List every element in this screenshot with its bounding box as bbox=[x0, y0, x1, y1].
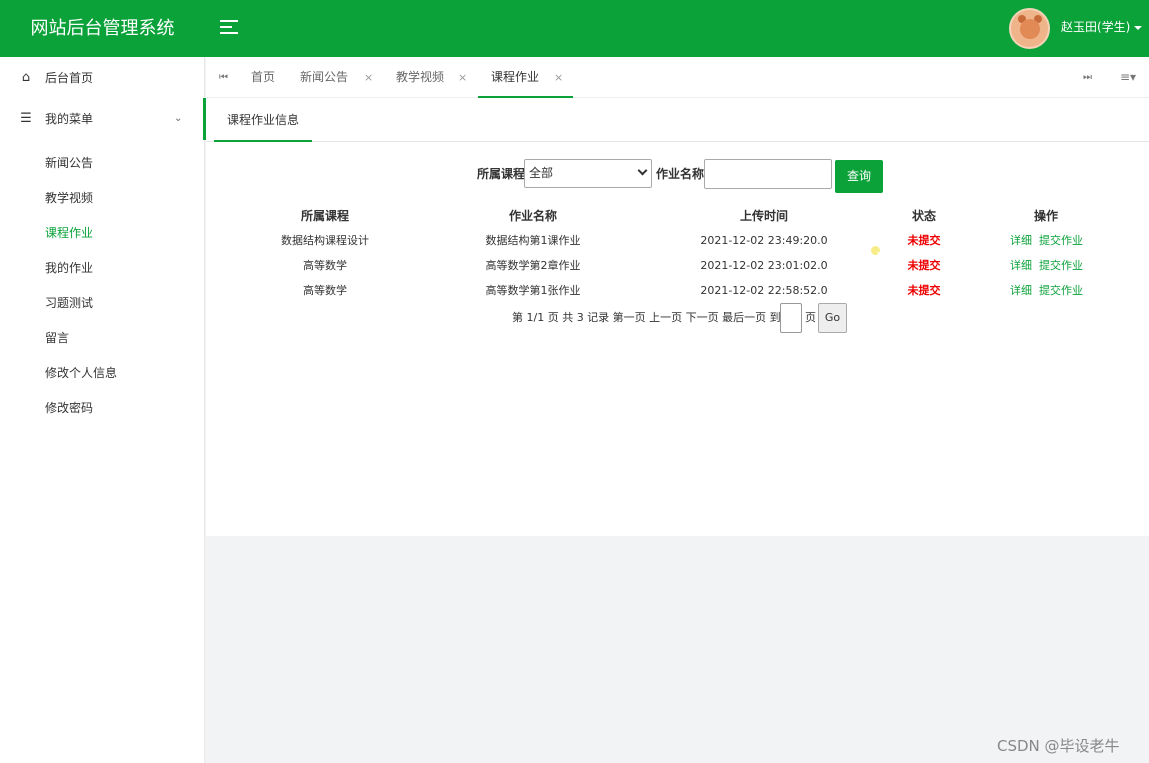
list-icon: ☰ bbox=[20, 111, 32, 126]
tab-label: 教学视频 bbox=[396, 70, 445, 84]
sidebar-item-label: 我的菜单 bbox=[45, 112, 94, 126]
page-number-input[interactable] bbox=[780, 303, 802, 333]
user-name-label: 赵玉田(学生) bbox=[1061, 20, 1131, 34]
status-badge: 未提交 bbox=[907, 234, 941, 247]
col-header-status: 状态 bbox=[911, 209, 936, 223]
chevron-down-icon: ⌄ bbox=[174, 113, 183, 124]
chevron-down-icon bbox=[637, 165, 648, 176]
sidebar-item-exercises[interactable]: 习题测试 bbox=[0, 286, 205, 321]
caret-down-icon bbox=[1134, 25, 1143, 30]
tab-videos[interactable]: 教学视频 × bbox=[396, 57, 467, 98]
tab-course-homework[interactable]: 课程作业 × bbox=[491, 57, 563, 98]
sidebar-item-label: 后台首页 bbox=[45, 71, 94, 85]
tab-label: 首页 bbox=[251, 70, 276, 84]
sidebar-item-videos[interactable]: 教学视频 bbox=[0, 181, 205, 216]
tab-home[interactable]: 首页 bbox=[251, 57, 275, 98]
tabs-bar: ⏮ 首页 新闻公告 × 教学视频 × 课程作业 × ⏭ ≡▾ bbox=[206, 57, 1149, 98]
menu-toggle-icon[interactable] bbox=[220, 20, 238, 34]
sidebar-item-home[interactable]: ⌂ 后台首页 bbox=[0, 57, 205, 99]
col-header-course: 所属课程 bbox=[300, 209, 349, 223]
close-icon[interactable]: × bbox=[364, 57, 373, 98]
submit-homework-link[interactable]: 提交作业 bbox=[1036, 256, 1086, 281]
active-panel-indicator bbox=[203, 98, 206, 140]
cell-course: 高等数学 bbox=[303, 259, 347, 272]
page-suffix-label: 页 bbox=[805, 311, 816, 324]
close-icon[interactable]: × bbox=[458, 57, 467, 98]
home-icon: ⌂ bbox=[21, 70, 31, 85]
panel-tabs: 课程作业信息 bbox=[206, 98, 1149, 142]
sidebar-item-messages[interactable]: 留言 bbox=[0, 321, 205, 356]
tab-news[interactable]: 新闻公告 × bbox=[300, 57, 373, 98]
submit-homework-link[interactable]: 提交作业 bbox=[1036, 231, 1086, 256]
query-button[interactable]: 查询 bbox=[835, 160, 883, 193]
pagination-text: 第 1/1 页 共 3 记录 第一页 上一页 下一页 最后一页 到 bbox=[512, 311, 781, 324]
go-button[interactable]: Go bbox=[818, 303, 847, 333]
scroll-right-icon[interactable]: ⏭ bbox=[1083, 57, 1092, 98]
status-badge: 未提交 bbox=[907, 259, 941, 272]
scroll-left-icon[interactable]: ⏮ bbox=[219, 57, 228, 98]
watermark: CSDN @毕设老牛 bbox=[997, 737, 1120, 755]
tab-menu-icon[interactable]: ≡▾ bbox=[1120, 57, 1136, 98]
sidebar-item-my-homework[interactable]: 我的作业 bbox=[0, 251, 205, 286]
search-form: 所属课程: 全部 作业名称: 查询 bbox=[206, 159, 1149, 193]
panel-title[interactable]: 课程作业信息 bbox=[214, 98, 312, 142]
cell-time: 2021-12-02 23:01:02.0 bbox=[700, 259, 828, 272]
sidebar-item-my-menu[interactable]: ☰ 我的菜单 ⌄ bbox=[0, 98, 205, 140]
cell-name: 数据结构第1课作业 bbox=[485, 234, 581, 247]
homework-name-label: 作业名称: bbox=[656, 167, 709, 181]
cell-name: 高等数学第2章作业 bbox=[485, 259, 581, 272]
col-header-actions: 操作 bbox=[1033, 209, 1058, 223]
col-header-time: 上传时间 bbox=[739, 209, 788, 223]
detail-link[interactable]: 详细 bbox=[1006, 231, 1036, 256]
app-title: 网站后台管理系统 bbox=[30, 18, 175, 39]
pagination: 第 1/1 页 共 3 记录 第一页 上一页 下一页 最后一页 到 页 Go bbox=[206, 303, 1149, 333]
main-content: 课程作业信息 所属课程: 全部 作业名称: 查询 所属课程 作业名称 上传时间 … bbox=[206, 98, 1149, 536]
tab-label: 课程作业 bbox=[491, 70, 540, 84]
col-header-name: 作业名称 bbox=[508, 209, 557, 223]
course-select[interactable]: 全部 bbox=[524, 159, 652, 188]
cell-time: 2021-12-02 23:49:20.0 bbox=[700, 234, 828, 247]
user-menu[interactable]: 赵玉田(学生) bbox=[1061, 0, 1143, 57]
course-select-value: 全部 bbox=[529, 166, 554, 180]
cell-course: 数据结构课程设计 bbox=[281, 234, 369, 247]
detail-link[interactable]: 详细 bbox=[1006, 256, 1036, 281]
sidebar-item-password[interactable]: 修改密码 bbox=[0, 391, 205, 426]
course-label: 所属课程: bbox=[477, 167, 530, 181]
homework-name-input[interactable] bbox=[704, 159, 832, 189]
sidebar-item-profile[interactable]: 修改个人信息 bbox=[0, 356, 205, 391]
sidebar: ⌂ 后台首页 ☰ 我的菜单 ⌄ 新闻公告 教学视频 课程作业 我的作业 习题测试… bbox=[0, 57, 205, 763]
avatar[interactable] bbox=[1009, 8, 1050, 49]
close-icon[interactable]: × bbox=[554, 57, 563, 98]
tab-label: 新闻公告 bbox=[300, 70, 349, 84]
top-header: 网站后台管理系统 赵玉田(学生) bbox=[0, 0, 1149, 57]
sidebar-item-course-homework[interactable]: 课程作业 bbox=[0, 216, 205, 251]
sidebar-item-news[interactable]: 新闻公告 bbox=[0, 146, 205, 181]
